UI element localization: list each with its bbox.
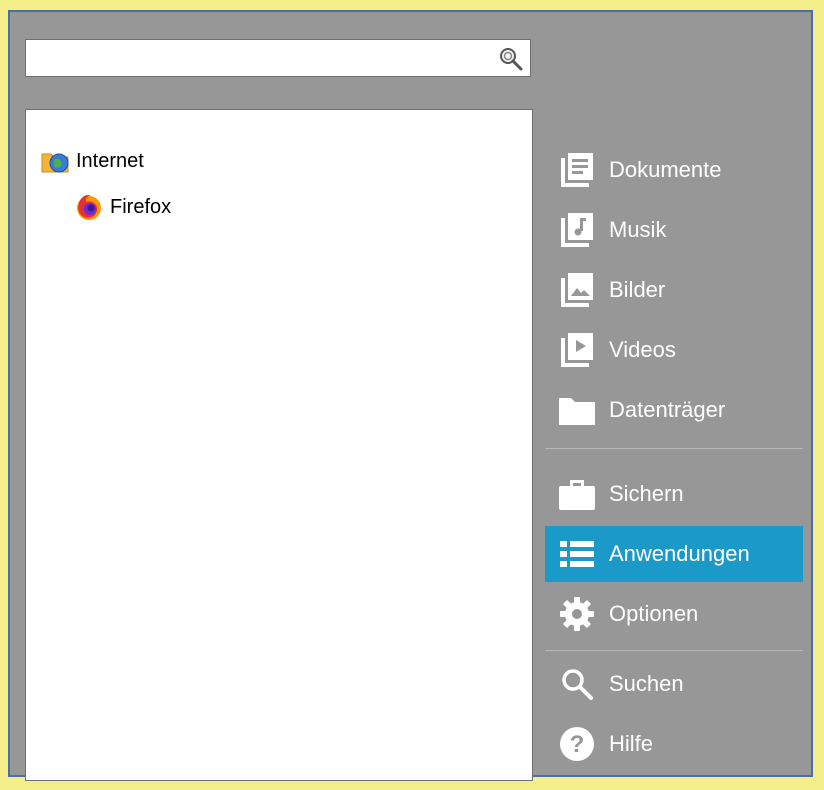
sidebar-item-music[interactable]: Musik (545, 202, 803, 258)
sidebar-item-label: Musik (609, 217, 667, 242)
tree-item-firefox[interactable]: Firefox (74, 192, 171, 222)
sidebar-item-label: Sichern (609, 481, 684, 506)
sidebar-item-videos[interactable]: Videos (545, 322, 803, 378)
sidebar-item-label: Hilfe (609, 731, 654, 756)
search-input[interactable] (32, 44, 491, 74)
sidebar-item-label: Dokumente (609, 157, 722, 182)
sidebar-item-label: Suchen (609, 671, 684, 696)
app-window: Internet Firefox Dokumente Musik Bilder … (8, 10, 813, 781)
sidebar-item-backup[interactable]: Sichern (545, 466, 803, 522)
documents-icon (557, 150, 597, 190)
sidebar-item-options[interactable]: Optionen (545, 586, 803, 642)
svg-text:?: ? (570, 731, 585, 758)
gear-icon (557, 594, 597, 634)
desktop-background (0, 0, 824, 10)
tree-item-label: Firefox (110, 195, 172, 218)
tree-item-internet[interactable]: Internet (40, 146, 144, 176)
search-box[interactable] (25, 39, 531, 77)
sidebar-item-drives[interactable]: Datenträger (545, 382, 803, 438)
sidebar-item-pictures[interactable]: Bilder (545, 262, 803, 318)
firefox-icon (77, 194, 101, 220)
sidebar-item-label: Datenträger (609, 397, 726, 422)
videos-icon (557, 330, 597, 370)
music-icon (557, 210, 597, 250)
sidebar-item-help[interactable]: ? Hilfe (545, 716, 803, 772)
folder-icon (557, 390, 597, 430)
pictures-icon (557, 270, 597, 310)
briefcase-icon (557, 474, 597, 514)
help-icon: ? (557, 724, 597, 764)
sidebar-item-search[interactable]: Suchen (545, 656, 803, 712)
sidebar-divider (545, 448, 803, 449)
applications-tree[interactable]: Internet Firefox (25, 109, 533, 781)
sidebar-item-documents[interactable]: Dokumente (545, 142, 803, 198)
sidebar-item-label: Videos (609, 337, 676, 362)
sidebar-divider (545, 650, 803, 651)
sidebar-item-label: Anwendungen (609, 541, 750, 566)
list-icon (557, 534, 597, 574)
search-icon (557, 664, 597, 704)
internet-folder-icon (41, 153, 69, 173)
sidebar-item-label: Optionen (609, 601, 699, 626)
sidebar-item-applications[interactable]: Anwendungen (545, 526, 803, 582)
tree-item-label: Internet (76, 149, 144, 172)
sidebar-item-label: Bilder (609, 277, 666, 302)
search-icon[interactable] (498, 46, 524, 72)
